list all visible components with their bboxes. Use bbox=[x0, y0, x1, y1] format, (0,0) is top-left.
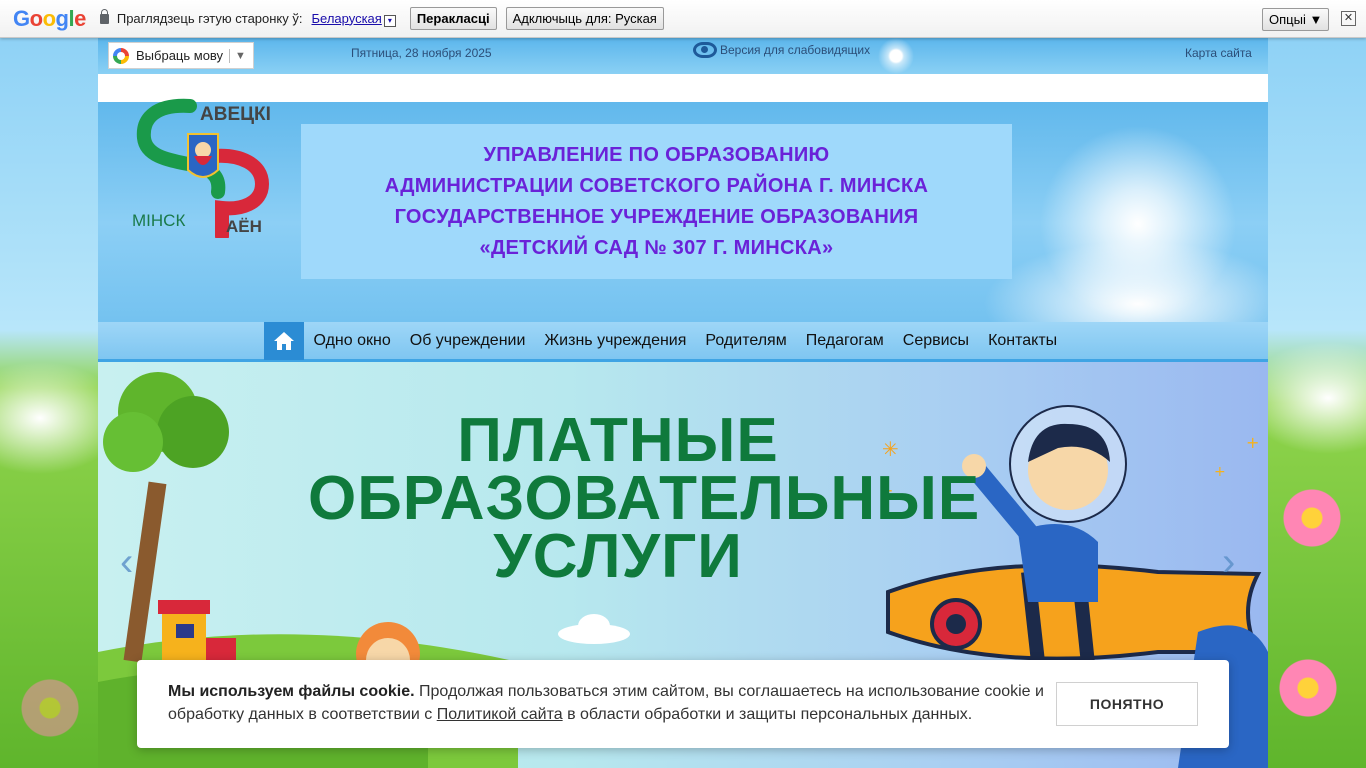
home-icon bbox=[274, 332, 294, 350]
sitemap-link[interactable]: Карта сайта bbox=[1185, 46, 1252, 60]
flower-decoration bbox=[20, 678, 80, 738]
home-button[interactable] bbox=[264, 322, 304, 360]
logo-text-bottom-left: МІНСК bbox=[132, 211, 185, 230]
nav-item-contacts[interactable]: Контакты bbox=[979, 332, 1067, 350]
cookie-banner: Мы используем файлы cookie. Продолжая по… bbox=[137, 660, 1229, 748]
translate-options-button[interactable]: Опцыі ▼ bbox=[1262, 8, 1330, 31]
district-logo[interactable]: АВЕЦКІ МІНСК АЁН bbox=[128, 98, 276, 238]
translate-button[interactable]: Перакласці bbox=[409, 7, 497, 30]
top-bar: Выбраць мову ▼ Пятница, 28 ноября 2025 В… bbox=[98, 38, 1268, 74]
vision-impaired-label: Версия для слабовидящих bbox=[720, 43, 871, 57]
current-date: Пятница, 28 ноября 2025 bbox=[351, 46, 492, 60]
divider bbox=[229, 48, 231, 63]
translate-prompt: Праглядзець гэтую старонку ў: bbox=[116, 11, 303, 26]
language-selector-label: Выбраць мову bbox=[136, 48, 224, 63]
nav-item-services[interactable]: Сервисы bbox=[893, 332, 978, 350]
nav-item-about[interactable]: Об учреждении bbox=[400, 332, 535, 350]
cookie-message-text-end: в области обработки и защиты персональны… bbox=[562, 706, 973, 723]
google-icon bbox=[113, 47, 129, 64]
nav-item-life[interactable]: Жизнь учреждения bbox=[535, 332, 696, 350]
close-icon[interactable]: ✕ bbox=[1341, 11, 1356, 26]
slider-prev-button[interactable]: ‹ bbox=[120, 542, 146, 582]
institution-title: УПРАВЛЕНИЕ ПО ОБРАЗОВАНИЮ АДМИНИСТРАЦИИ … bbox=[301, 124, 1012, 279]
header-banner: АВЕЦКІ МІНСК АЁН УПРАВЛЕНИЕ ПО ОБРАЗОВАН… bbox=[98, 74, 1268, 322]
svg-text:+: + bbox=[1214, 464, 1226, 480]
language-selector[interactable]: Выбраць мову ▼ bbox=[108, 42, 254, 69]
privacy-policy-link[interactable]: Политикой сайта bbox=[437, 706, 563, 723]
page: Выбраць мову ▼ Пятница, 28 ноября 2025 В… bbox=[98, 38, 1268, 768]
slider-next-button[interactable]: › bbox=[1222, 542, 1248, 582]
chevron-down-icon[interactable]: ▾ bbox=[383, 14, 396, 27]
eye-icon bbox=[693, 42, 717, 58]
cookie-message-bold: Мы используем файлы cookie. bbox=[168, 683, 415, 700]
nav-items: Одно окно Об учреждении Жизнь учреждения… bbox=[304, 322, 1067, 360]
slide-title: ПЛАТНЫЕ ОБРАЗОВАТЕЛЬНЫЕ УСЛУГИ bbox=[308, 406, 981, 591]
glow-decoration bbox=[878, 38, 914, 74]
lock-icon bbox=[99, 8, 109, 24]
cookie-accept-button[interactable]: ПОНЯТНО bbox=[1056, 682, 1198, 726]
translate-bar: Google Праглядзець гэтую старонку ў: Бел… bbox=[0, 0, 1366, 38]
chevron-down-icon: ▼ bbox=[235, 49, 246, 62]
cookie-message: Мы используем файлы cookie. Продолжая по… bbox=[168, 680, 1048, 726]
svg-text:+: + bbox=[1246, 433, 1259, 452]
title-line: АДМИНИСТРАЦИИ СОВЕТСКОГО РАЙОНА Г. МИНСК… bbox=[384, 174, 929, 197]
translate-language-link[interactable]: Беларуская ▾ bbox=[312, 11, 396, 27]
title-line: «ДЕТСКИЙ САД № 307 Г. МИНСКА» bbox=[479, 236, 834, 259]
title-line: ГОСУДАРСТВЕННОЕ УЧРЕЖДЕНИЕ ОБРАЗОВАНИЯ bbox=[394, 205, 919, 228]
turn-off-translate-button[interactable]: Адключыць для: Руская bbox=[505, 7, 664, 30]
vision-impaired-link[interactable]: Версия для слабовидящих bbox=[693, 42, 870, 58]
logo-text-bottom-right: АЁН bbox=[226, 217, 262, 236]
nav-item-parents[interactable]: Родителям bbox=[696, 332, 796, 350]
slide-title-line: ПЛАТНЫЕ bbox=[457, 406, 779, 475]
title-line: УПРАВЛЕНИЕ ПО ОБРАЗОВАНИЮ bbox=[483, 143, 830, 166]
flower-decoration bbox=[1282, 488, 1342, 548]
nav-item-teachers[interactable]: Педагогам bbox=[796, 332, 893, 350]
main-nav: Одно окно Об учреждении Жизнь учреждения… bbox=[98, 322, 1268, 362]
google-logo: Google bbox=[13, 5, 86, 31]
logo-text-top: АВЕЦКІ bbox=[200, 104, 271, 125]
right-decoration bbox=[1268, 38, 1366, 768]
flower-decoration bbox=[1278, 658, 1338, 718]
slide-title-line: УСЛУГИ bbox=[493, 522, 743, 591]
slide-title-line: ОБРАЗОВАТЕЛЬНЫЕ bbox=[308, 464, 981, 533]
nav-item-one-window[interactable]: Одно окно bbox=[304, 332, 400, 350]
left-decoration bbox=[0, 38, 98, 768]
